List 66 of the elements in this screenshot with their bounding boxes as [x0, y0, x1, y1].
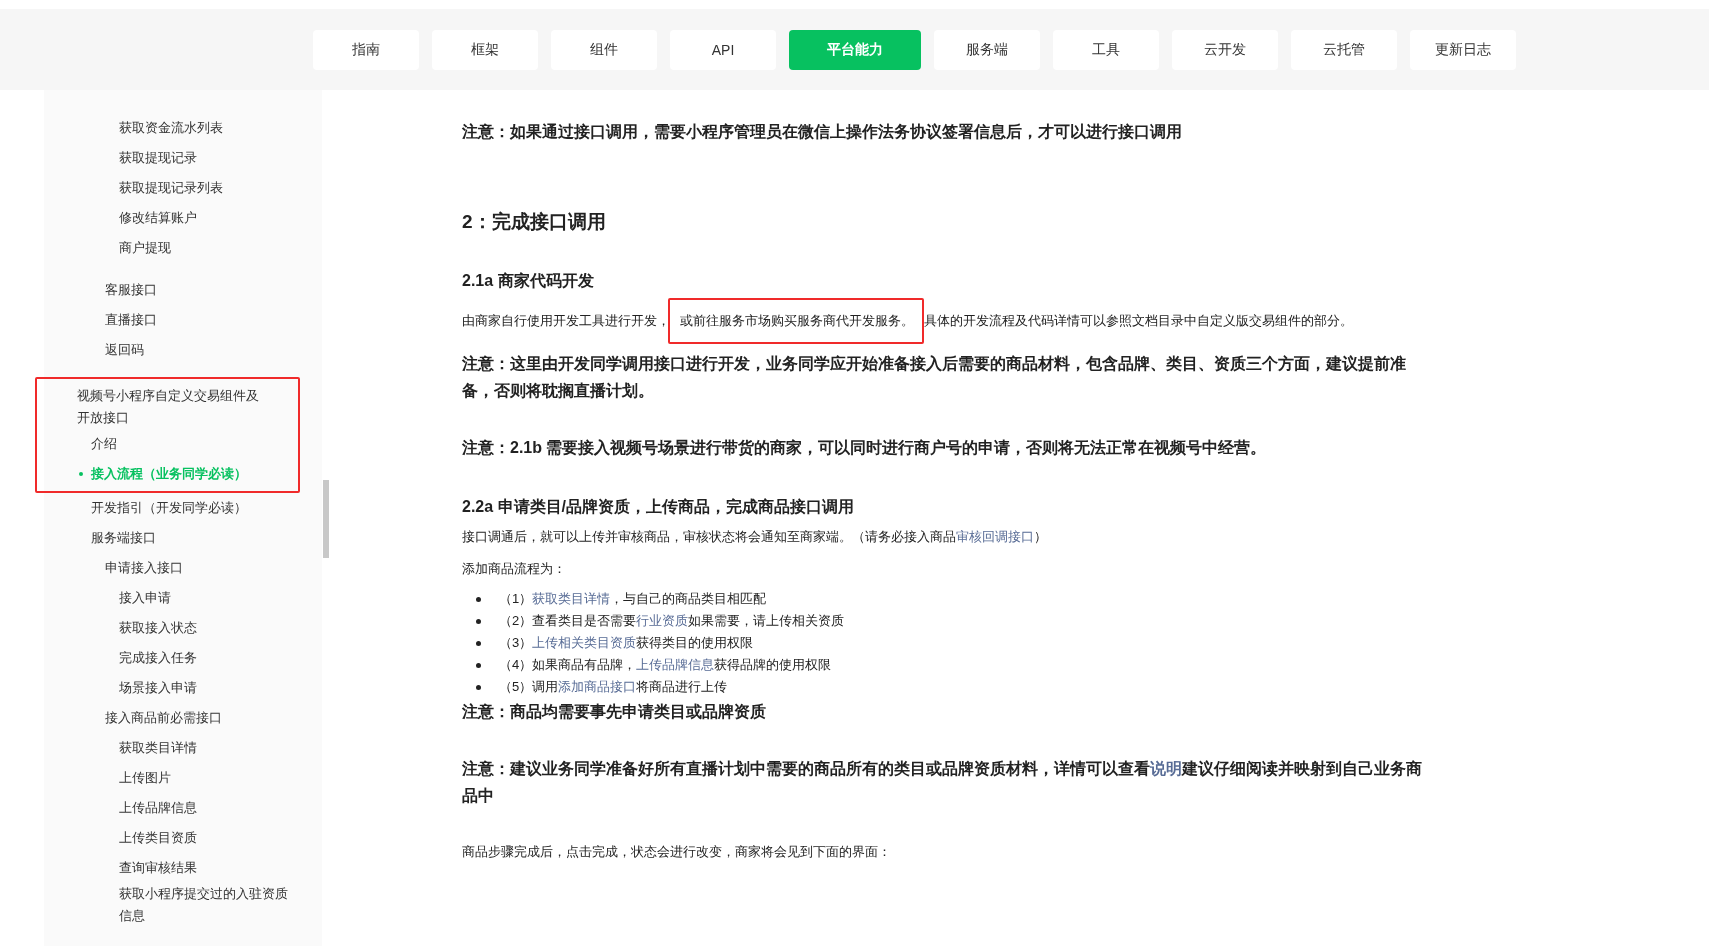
- sidebar-item[interactable]: 上传类目资质: [44, 823, 322, 853]
- sidebar-item[interactable]: 视频号小程序自定义交易组件及开放接口: [44, 385, 298, 429]
- subsection-heading: 2.2a 申请类目/品牌资质，上传商品，完成商品接口调用: [462, 497, 856, 517]
- bullet-icon: [476, 618, 481, 624]
- sidebar-item[interactable]: 获取类目详情: [44, 733, 322, 763]
- sidebar-item[interactable]: 场景接入申请: [44, 673, 322, 703]
- sidebar-item[interactable]: 直播接口: [44, 305, 322, 335]
- link[interactable]: 上传品牌信息: [636, 657, 715, 672]
- note-text: 注意：商品均需要事先申请类目或品牌资质: [462, 702, 767, 722]
- nav-tab[interactable]: 工具: [1053, 30, 1159, 70]
- sidebar-item[interactable]: 获取接入状态: [44, 613, 322, 643]
- nav-tab[interactable]: 组件: [551, 30, 657, 70]
- sidebar-item[interactable]: 获取提现记录: [44, 143, 322, 173]
- paragraph-text: 由商家自行使用开发工具进行开发，: [462, 312, 670, 330]
- link[interactable]: 行业资质: [636, 613, 689, 628]
- list-item-text: （4）如果商品有品牌，上传品牌信息获得品牌的使用权限: [499, 656, 832, 674]
- bullet-icon: [476, 684, 481, 690]
- sidebar-item[interactable]: 查询审核结果: [44, 853, 322, 883]
- subsection-heading: 2.1a 商家代码开发: [462, 271, 595, 291]
- note-text: 注意：2.1b 需要接入视频号场景进行带货的商家，可以同时进行商户号的申请，否则将无法正常在视频号中经营。: [462, 438, 1268, 459]
- sidebar-item[interactable]: 商户提现: [44, 233, 322, 263]
- sidebar-item[interactable]: 返回码: [44, 335, 322, 365]
- scrollbar-thumb[interactable]: [323, 480, 329, 558]
- nav-tab[interactable]: 框架: [432, 30, 538, 70]
- nav-tab[interactable]: 云开发: [1172, 30, 1278, 70]
- link[interactable]: 上传相关类目资质: [532, 635, 637, 650]
- nav-tab[interactable]: 服务端: [934, 30, 1040, 70]
- sidebar-item[interactable]: 上传品牌信息: [44, 793, 322, 823]
- sidebar-item[interactable]: 接入申请: [44, 583, 322, 613]
- nav-tab[interactable]: 指南: [313, 30, 419, 70]
- section-heading: 2：完成接口调用: [462, 210, 607, 234]
- bullet-icon: [476, 662, 481, 668]
- note-text: 注意：建议业务同学准备好所有直播计划中需要的商品所有的类目或品牌资质材料，详情可以查看说明建议仔细阅读并映射到自己业务商品中: [462, 759, 1423, 806]
- link[interactable]: 说明: [1150, 760, 1182, 777]
- sidebar-item[interactable]: 申请接入接口: [44, 553, 322, 583]
- sidebar-item[interactable]: 客服接口: [44, 275, 322, 305]
- nav-tab[interactable]: 更新日志: [1410, 30, 1516, 70]
- paragraph-text: 添加商品流程为：: [462, 560, 566, 578]
- sidebar-item[interactable]: 完成接入任务: [44, 643, 322, 673]
- bullet-icon: [79, 472, 83, 476]
- list-item-text: （1）获取类目详情，与自己的商品类目相匹配: [499, 590, 767, 608]
- sidebar-item[interactable]: 修改结算账户: [44, 203, 322, 233]
- sidebar-item[interactable]: 接入商品前必需接口: [44, 703, 322, 733]
- list-item-text: （3）上传相关类目资质获得类目的使用权限: [499, 634, 754, 652]
- sidebar-item[interactable]: 获取资金流水列表: [44, 113, 322, 143]
- highlighted-text: 或前往服务市场购买服务商代开发服务。: [668, 298, 924, 344]
- sidebar-item[interactable]: 服务端接口: [44, 523, 322, 553]
- paragraph-text: 接口调通后，就可以上传并审核商品，审核状态将会通知至商家端。（请务必接入商品审核回调接口）: [462, 528, 1047, 546]
- sidebar-item[interactable]: 上传图片: [44, 763, 322, 793]
- nav-tab[interactable]: 云托管: [1291, 30, 1397, 70]
- bullet-icon: [476, 596, 481, 602]
- paragraph-text: 商品步骤完成后，点击完成，状态会进行改变，商家将会见到下面的界面：: [462, 843, 891, 861]
- sidebar-item[interactable]: 获取小程序提交过的入驻资质信息: [44, 883, 322, 927]
- note-text: 注意：这里由开发同学调用接口进行开发，业务同学应开始准备接入后需要的商品材料，包含品牌、类目、资质三个方面，建议提前准备，否则将耽搁直播计划。: [462, 354, 1407, 401]
- nav-tab[interactable]: API: [670, 30, 776, 70]
- note-text: 注意：如果通过接口调用，需要小程序管理员在微信上操作法务协议签署信息后，才可以进行接口调用: [462, 122, 1183, 142]
- link[interactable]: 审核回调接口: [956, 529, 1034, 544]
- sidebar-item[interactable]: 开发指引（开发同学必读）: [44, 493, 322, 523]
- sidebar-item[interactable]: 获取提现记录列表: [44, 173, 322, 203]
- list-item-text: （5）调用添加商品接口将商品进行上传: [499, 678, 728, 696]
- bullet-icon: [476, 640, 481, 646]
- link[interactable]: 获取类目详情: [532, 591, 611, 606]
- paragraph-text: 具体的开发流程及代码详情可以参照文档目录中自定义版交易组件的部分。: [924, 312, 1353, 330]
- list-item-text: （2）查看类目是否需要行业资质如果需要，请上传相关资质: [499, 612, 845, 630]
- sidebar-item[interactable]: 介绍: [44, 429, 298, 459]
- link[interactable]: 添加商品接口: [558, 679, 637, 694]
